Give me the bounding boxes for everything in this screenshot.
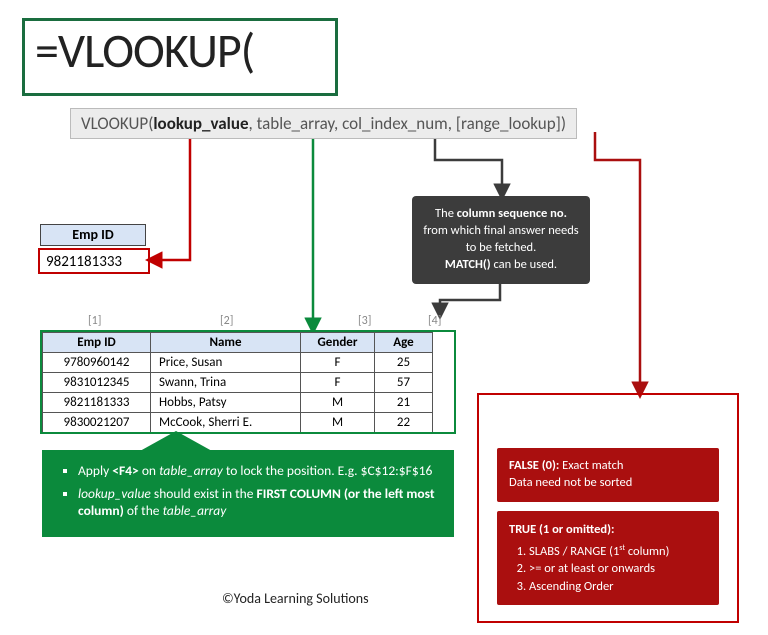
syntax-arg-range-lookup: [range_lookup] [456, 113, 561, 134]
table-row: 9780960142 Price, Susan F 25 [43, 353, 433, 373]
col-index-4: [4] [428, 314, 441, 328]
lookup-value-cell: 9821181333 [38, 248, 150, 274]
table-row: 9830021207 McCook, Sherri E. M 22 [43, 413, 433, 433]
tip-item: lookup_value should exist in the FIRST C… [78, 485, 440, 519]
formula-display: =VLOOKUP( [22, 18, 338, 96]
lookup-value-header: Emp ID [40, 224, 146, 246]
tip-item: Apply <F4> on table_array to lock the po… [78, 462, 440, 479]
col-index-3: [3] [358, 314, 371, 328]
table-array-tip: Apply <F4> on table_array to lock the po… [42, 450, 454, 537]
table-row: 9821181333 Hobbs, Patsy M 21 [43, 393, 433, 413]
col-index-callout: The column sequence no. from which final… [412, 196, 590, 284]
range-lookup-false-tip: FALSE (0): Exact match Data need not be … [497, 448, 719, 502]
footer-credit: ©Yoda Learning Solutions [222, 590, 369, 607]
table-row: 9831012345 Swann, Trina F 57 [43, 373, 433, 393]
green-tip-pointer [140, 431, 212, 451]
syntax-arg-table-array: table_array [257, 113, 334, 134]
syntax-arg-col-index-num: col_index_num [342, 113, 448, 134]
syntax-fn: VLOOKUP( [81, 113, 153, 134]
table-array: Emp ID Name Gender Age 9780960142 Price,… [42, 332, 433, 433]
table-header-row: Emp ID Name Gender Age [43, 333, 433, 353]
col-index-1: [1] [88, 314, 101, 328]
col-index-2: [2] [220, 314, 233, 328]
syntax-arg-lookup-value: lookup_value [153, 113, 248, 134]
range-lookup-true-tip: TRUE (1 or omitted): SLABS / RANGE (1st … [497, 511, 719, 605]
syntax-tooltip: VLOOKUP(lookup_value, table_array, col_i… [70, 108, 577, 139]
